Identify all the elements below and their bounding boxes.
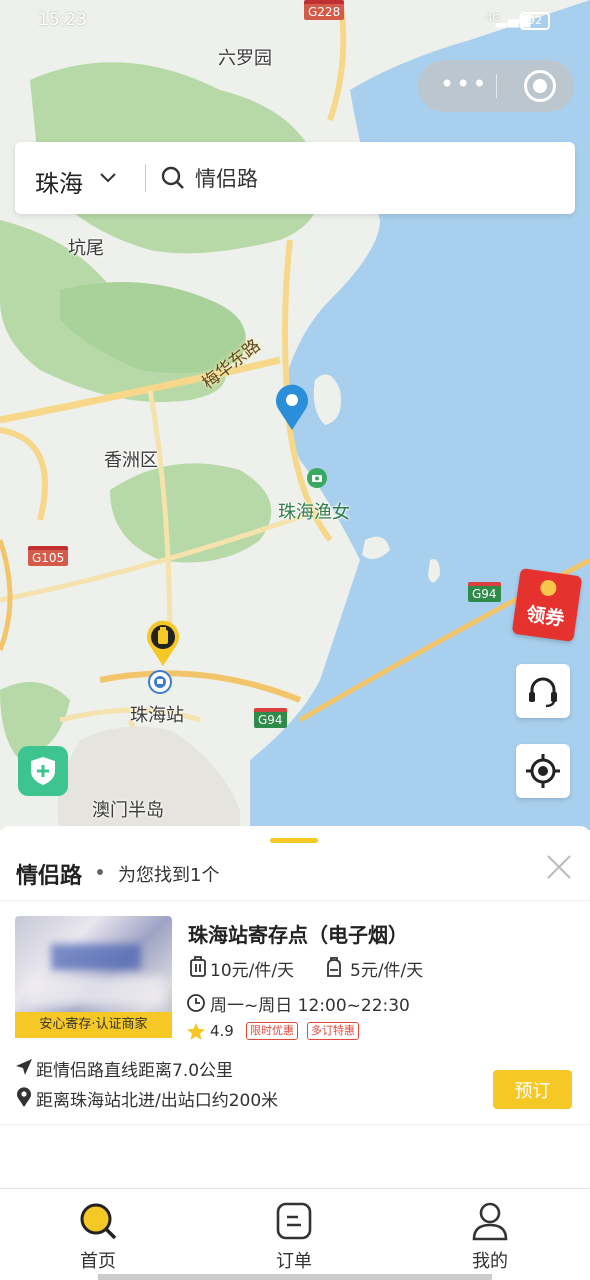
price-bag: 5元/件/天	[350, 961, 424, 981]
chevron-down-icon[interactable]	[97, 166, 119, 188]
train-station-icon	[148, 670, 172, 694]
exit-distance: 距离珠海站北进/出站口约200米	[36, 1091, 279, 1111]
capsule-divider	[496, 74, 497, 98]
divider	[0, 1124, 590, 1125]
rating-value: 4.9	[210, 1022, 234, 1040]
tab-orders[interactable]: 订单	[196, 1189, 392, 1280]
road-shield-g94: G94	[468, 582, 501, 602]
certified-badge: 安心寄存·认证商家	[15, 1012, 172, 1038]
coupon-button[interactable]: 领券	[511, 568, 583, 642]
tab-mine-label: 我的	[472, 1251, 508, 1272]
search-input[interactable]	[195, 160, 555, 196]
search-divider	[145, 164, 146, 192]
tab-mine[interactable]: 我的	[392, 1189, 588, 1280]
tab-home[interactable]: 首页	[0, 1189, 196, 1280]
tab-bar: 首页 订单 我的	[0, 1188, 590, 1280]
status-bar: 15:23 4G ▂▄▆ 92	[0, 0, 590, 40]
store-name[interactable]: 珠海站寄存点（电子烟）	[188, 919, 408, 948]
order-icon	[276, 1202, 312, 1240]
road-shield-g94: G94	[254, 708, 287, 728]
photo-blur	[25, 976, 165, 1006]
price-luggage: 10元/件/天	[210, 961, 295, 981]
map-label-zhuhai-station: 珠海站	[130, 705, 184, 726]
safety-button[interactable]	[18, 746, 68, 796]
customer-service-button[interactable]	[516, 664, 570, 718]
storage-marker-icon[interactable]	[146, 620, 180, 668]
map-label-zhuhai-yunv: 珠海渔女	[278, 502, 350, 523]
clock-icon	[187, 994, 205, 1012]
shield-plus-icon	[31, 757, 55, 785]
title-separator-dot	[97, 869, 103, 875]
search-bar: 珠海	[15, 142, 575, 214]
map-label-xiangzhou: 香洲区	[104, 450, 158, 471]
search-icon	[161, 166, 184, 189]
system-home-indicator	[98, 1274, 492, 1280]
business-hours: 周一~周日 12:00~22:30	[210, 996, 410, 1016]
tab-home-label: 首页	[80, 1251, 116, 1272]
user-icon	[472, 1202, 508, 1241]
star-icon	[187, 1023, 205, 1040]
headset-icon	[529, 677, 557, 708]
results-sheet: 情侣路 为您找到1个 安心寄存·认证商家 珠海站寄存点（电子烟） 10元/件/天…	[0, 826, 590, 1188]
map-label-kengwei: 坑尾	[68, 238, 104, 259]
more-icon[interactable]: •••	[440, 72, 488, 96]
search-home-icon	[80, 1203, 117, 1240]
road-shield-g105: G105	[28, 546, 69, 566]
coupon-label: 领券	[524, 603, 566, 631]
close-icon[interactable]	[546, 854, 572, 880]
backpack-icon	[327, 957, 341, 977]
map-label-liuluoyuan: 六罗园	[218, 48, 272, 69]
city-selector[interactable]: 珠海	[35, 164, 83, 199]
locate-button[interactable]	[516, 744, 570, 798]
location-pin-icon[interactable]	[274, 384, 310, 432]
promo-badge: 多订特惠	[307, 1022, 359, 1040]
miniprogram-capsule: •••	[418, 60, 574, 112]
map-label-macau: 澳门半岛	[92, 800, 164, 821]
navigation-arrow-icon	[16, 1059, 32, 1075]
luggage-icon	[190, 956, 206, 977]
sheet-grab-handle[interactable]	[270, 838, 318, 843]
tab-orders-label: 订单	[276, 1251, 312, 1272]
photo-blur	[51, 944, 141, 970]
promo-badge: 限时优惠	[246, 1022, 298, 1040]
results-title: 情侣路	[16, 864, 83, 889]
battery-icon: 92	[520, 12, 550, 30]
location-pin-small-icon	[17, 1087, 31, 1107]
results-count: 为您找到1个	[118, 865, 220, 886]
close-miniprogram-icon[interactable]	[524, 70, 556, 102]
divider	[0, 900, 590, 901]
scenic-spot-icon	[307, 468, 327, 488]
map-view[interactable]: 六罗园 坑尾 梅华东路 香洲区 珠海渔女 珠海站 澳门半岛 G228 G105 …	[0, 0, 590, 830]
book-button[interactable]: 预订	[493, 1070, 572, 1109]
straight-distance: 距情侣路直线距离7.0公里	[36, 1061, 234, 1081]
coupon-seal-icon	[539, 578, 558, 598]
status-time: 15:23	[38, 10, 87, 30]
locate-icon	[526, 754, 560, 788]
